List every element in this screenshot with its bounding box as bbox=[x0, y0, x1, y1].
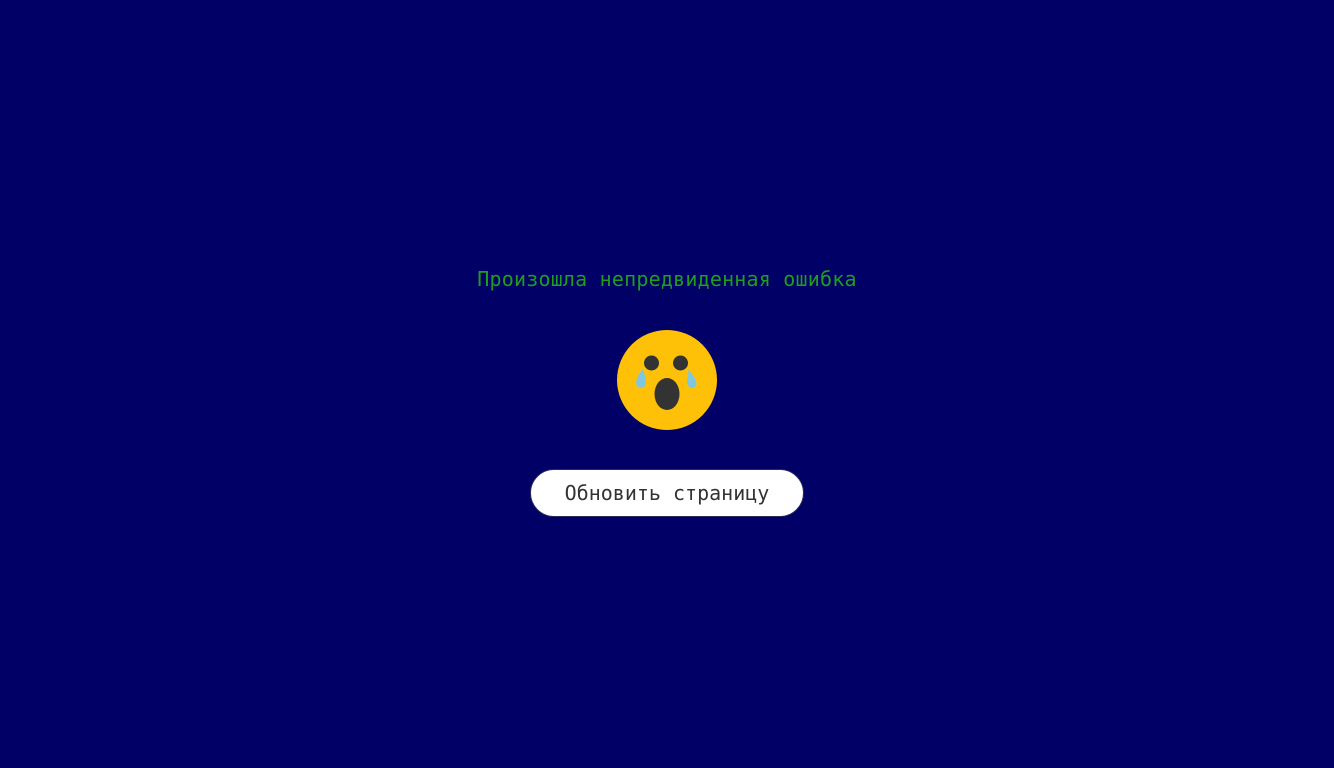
error-page: Произошла непредвиденная ошибка Обновить… bbox=[0, 0, 1334, 768]
error-message: Произошла непредвиденная ошибка bbox=[477, 267, 857, 291]
crying-face-icon bbox=[617, 330, 717, 430]
reload-page-button[interactable]: Обновить страницу bbox=[530, 469, 804, 517]
